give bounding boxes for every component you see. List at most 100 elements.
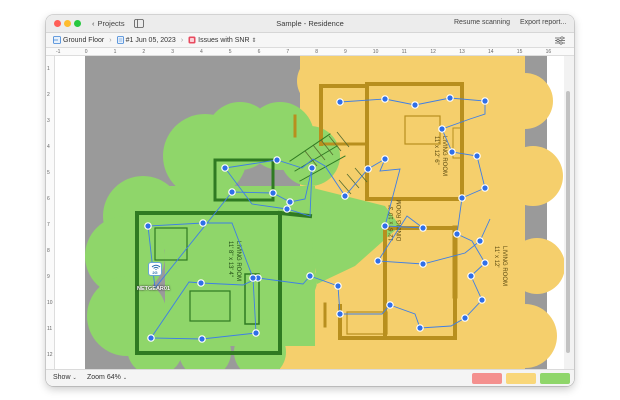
survey-point[interactable] [199, 219, 207, 227]
breadcrumb-floor[interactable]: Ground Floor [53, 36, 104, 44]
up-down-chevron-icon: ⇕ [251, 37, 257, 44]
ruler-tick-label: 11 [401, 49, 407, 55]
survey-point[interactable] [144, 222, 152, 230]
survey-point[interactable] [386, 301, 394, 309]
ruler-tick-label: 8 [315, 49, 318, 55]
vertical-ruler: 1 2 3 4 5 6 7 8 9 10 11 12 [46, 56, 55, 369]
access-point-label: NETGEAR01 [137, 286, 171, 292]
survey-point[interactable] [286, 198, 294, 206]
survey-point[interactable] [341, 192, 349, 200]
minimize-window-button[interactable] [64, 20, 71, 27]
show-label: Show [53, 374, 71, 381]
room-label: LIVING ROOM [441, 136, 447, 176]
survey-point[interactable] [453, 230, 461, 238]
ruler-tick-label: 10 [47, 300, 53, 306]
survey-point[interactable] [381, 155, 389, 163]
access-point-marker[interactable]: 2G [148, 262, 162, 276]
survey-point[interactable] [221, 164, 229, 172]
survey-point[interactable] [273, 156, 281, 164]
survey-point[interactable] [438, 125, 446, 133]
breadcrumb-floor-label: Ground Floor [63, 36, 105, 44]
back-to-projects-button[interactable]: ‹ Projects [92, 18, 125, 30]
breadcrumb-survey[interactable]: #1 Jun 05, 2023 [116, 36, 176, 44]
legend-poor-swatch[interactable] [472, 373, 502, 384]
ruler-tick-label: 10 [372, 49, 379, 55]
snr-issues-icon [188, 36, 196, 44]
survey-point[interactable] [308, 164, 316, 172]
survey-point[interactable] [381, 95, 389, 103]
room-dimension: 11' x 12' 6" [433, 136, 439, 165]
sliders-icon[interactable] [555, 36, 565, 45]
legend-good-swatch[interactable] [540, 373, 570, 384]
survey-point[interactable] [252, 329, 260, 337]
survey-point[interactable] [481, 259, 489, 267]
back-label: Projects [97, 19, 125, 28]
survey-point[interactable] [336, 98, 344, 106]
export-report-button[interactable]: Export report... [520, 19, 566, 26]
survey-point[interactable] [461, 314, 469, 322]
survey-point[interactable] [419, 260, 427, 268]
survey-point[interactable] [458, 194, 466, 202]
survey-point[interactable] [448, 148, 456, 156]
survey-point[interactable] [476, 237, 484, 245]
ruler-tick-label: 15 [516, 49, 523, 55]
visualization-selector[interactable]: Issues with SNR ⇕ [188, 36, 257, 44]
ruler-tick-label: 0 [84, 49, 88, 55]
sidebar-toggle-icon[interactable] [134, 19, 144, 28]
survey-point[interactable] [147, 334, 155, 342]
survey-point[interactable] [481, 184, 489, 192]
room-label: LIVING ROOM [501, 246, 507, 286]
ruler-tick-label: 2 [142, 49, 146, 55]
ruler-tick-label: 2 [47, 92, 50, 98]
maximize-window-button[interactable] [74, 20, 81, 27]
survey-point[interactable] [467, 272, 475, 280]
visualization-label: Issues with SNR [198, 36, 250, 44]
resume-scanning-button[interactable]: Resume scanning [454, 19, 510, 26]
survey-point[interactable] [411, 101, 419, 109]
ruler-tick-label: 5 [47, 170, 50, 176]
chevron-down-icon: ⌄ [122, 374, 128, 381]
room-dimension: 11' 8" x 13' 4" [227, 241, 233, 277]
survey-point[interactable] [283, 205, 291, 213]
ruler-tick-label: 7 [286, 49, 290, 55]
survey-point[interactable] [374, 257, 382, 265]
survey-point[interactable] [249, 274, 257, 282]
ruler-tick-label: 9 [47, 274, 50, 280]
survey-document-icon [116, 36, 124, 44]
chevron-right-icon: › [109, 36, 112, 44]
survey-point[interactable] [334, 282, 342, 290]
floor-plan-icon [53, 36, 61, 44]
survey-point[interactable] [228, 188, 236, 196]
survey-point[interactable] [364, 165, 372, 173]
survey-point[interactable] [198, 335, 206, 343]
survey-point[interactable] [478, 296, 486, 304]
legend-fair-swatch[interactable] [506, 373, 536, 384]
survey-point[interactable] [446, 94, 454, 102]
room-label: LIVING ROOM [235, 241, 241, 281]
survey-point[interactable] [416, 324, 424, 332]
heatmap-canvas[interactable]: LIVING ROOM 11' x 12' 6" DINING ROOM 12'… [55, 56, 564, 369]
ruler-tick-label: 12 [430, 49, 436, 55]
bottom-toolbar: Show ⌄ Zoom 64% ⌄ [46, 369, 574, 386]
zoom-menu-button[interactable]: Zoom 64% ⌄ [87, 374, 127, 381]
survey-point[interactable] [269, 189, 277, 197]
ruler-tick-label: 4 [47, 144, 50, 150]
vertical-scrollbar[interactable] [566, 91, 570, 353]
ruler-tick-label: 9 [344, 49, 347, 55]
app-window: ‹ Projects Sample - Residence Resume sca… [46, 15, 574, 386]
ruler-tick-label: 6 [47, 196, 50, 202]
survey-point[interactable] [419, 224, 427, 232]
survey-point[interactable] [473, 152, 481, 160]
survey-point[interactable] [381, 222, 389, 230]
horizontal-ruler: -101234567891011121314151617 [46, 48, 574, 56]
ruler-tick-label: 16 [545, 49, 552, 55]
zoom-label: Zoom 64% [87, 374, 121, 381]
close-window-button[interactable] [54, 20, 61, 27]
ruler-tick-label: 5 [228, 49, 232, 55]
survey-point[interactable] [306, 272, 314, 280]
survey-point[interactable] [197, 279, 205, 287]
show-menu-button[interactable]: Show ⌄ [53, 374, 77, 381]
room-dimension: 11' x 12' [493, 246, 499, 268]
survey-point[interactable] [481, 97, 489, 105]
survey-point[interactable] [336, 310, 344, 318]
